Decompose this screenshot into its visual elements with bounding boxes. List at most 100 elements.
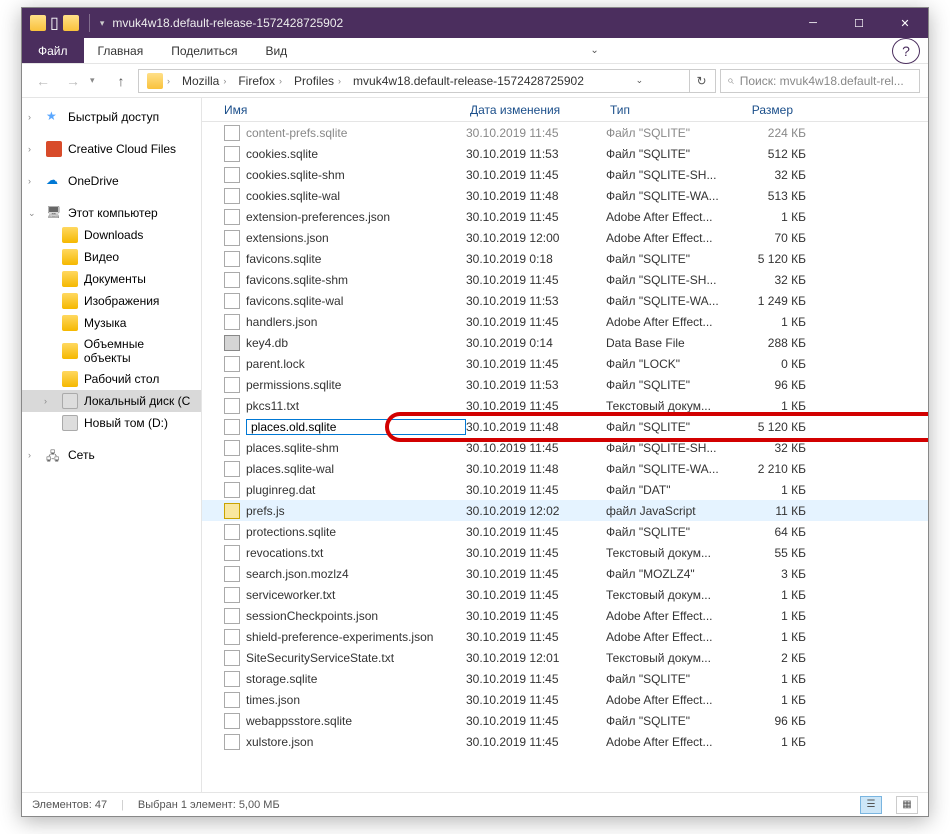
file-size: 1 249 КБ — [726, 294, 806, 308]
history-dropdown-icon[interactable]: ▾ — [90, 75, 104, 86]
file-row[interactable]: search.json.mozlz430.10.2019 11:45Файл "… — [202, 563, 928, 584]
nav-item[interactable]: Новый том (D:) — [22, 412, 201, 434]
file-row[interactable]: places.sqlite-wal30.10.2019 11:48Файл "S… — [202, 458, 928, 479]
file-row[interactable]: cookies.sqlite30.10.2019 11:53Файл "SQLI… — [202, 143, 928, 164]
file-size: 1 КБ — [726, 630, 806, 644]
file-row[interactable]: prefs.js30.10.2019 12:02файл JavaScript1… — [202, 500, 928, 521]
file-row[interactable]: revocations.txt30.10.2019 11:45Текстовый… — [202, 542, 928, 563]
nav-item[interactable]: Объемные объекты — [22, 334, 201, 368]
nav-network[interactable]: ›🖧Сеть — [22, 444, 201, 466]
file-row[interactable]: content-prefs.sqlite30.10.2019 11:45Файл… — [202, 122, 928, 143]
file-row[interactable]: places.sqlite-shm30.10.2019 11:45Файл "S… — [202, 437, 928, 458]
navigation-pane[interactable]: ›★Быстрый доступ ›Creative Cloud Files ›… — [22, 98, 202, 792]
file-row[interactable]: cookies.sqlite-shm30.10.2019 11:45Файл "… — [202, 164, 928, 185]
file-icon — [224, 251, 240, 267]
address-bar[interactable]: › Mozilla › Firefox › Profiles › mvuk4w1… — [138, 69, 716, 93]
file-list[interactable]: content-prefs.sqlite30.10.2019 11:45Файл… — [202, 122, 928, 792]
file-row[interactable]: sessionCheckpoints.json30.10.2019 11:45A… — [202, 605, 928, 626]
back-button[interactable]: ← — [30, 68, 56, 94]
file-type: Файл "SQLITE-SH... — [606, 441, 726, 455]
search-input[interactable]: ⌕ Поиск: mvuk4w18.default-rel... — [720, 69, 920, 93]
tab-share[interactable]: Поделиться — [157, 38, 251, 63]
crumb-firefox[interactable]: Firefox › — [232, 70, 288, 92]
file-name[interactable]: places.old.sqlite — [246, 419, 466, 435]
file-row[interactable]: favicons.sqlite-shm30.10.2019 11:45Файл … — [202, 269, 928, 290]
file-row[interactable]: xulstore.json30.10.2019 11:45Adobe After… — [202, 731, 928, 752]
file-date: 30.10.2019 11:45 — [466, 693, 606, 707]
file-type: Файл "DAT" — [606, 483, 726, 497]
column-name[interactable]: Имя — [202, 103, 462, 117]
view-large-button[interactable]: ▦ — [896, 796, 918, 814]
properties-icon[interactable]: ▯ — [50, 13, 59, 33]
addr-dropdown-icon[interactable]: ⌄ — [627, 69, 651, 93]
file-row[interactable]: parent.lock30.10.2019 11:45Файл "LOCK"0 … — [202, 353, 928, 374]
new-folder-icon[interactable] — [63, 15, 79, 31]
file-size: 1 КБ — [726, 399, 806, 413]
file-name: places.sqlite-wal — [246, 462, 466, 476]
column-size[interactable]: Размер — [722, 103, 802, 117]
folder-icon — [62, 371, 78, 387]
nav-creative-cloud[interactable]: ›Creative Cloud Files — [22, 138, 201, 160]
file-row[interactable]: times.json30.10.2019 11:45Adobe After Ef… — [202, 689, 928, 710]
tab-view[interactable]: Вид — [251, 38, 301, 63]
maximize-button[interactable]: ☐ — [836, 8, 882, 38]
file-row[interactable]: places.old.sqlite30.10.2019 11:48Файл "S… — [202, 416, 928, 437]
crumb-current[interactable]: mvuk4w18.default-release-1572428725902 — [347, 70, 590, 92]
column-type[interactable]: Тип — [602, 103, 722, 117]
nav-item[interactable]: Музыка — [22, 312, 201, 334]
file-row[interactable]: storage.sqlite30.10.2019 11:45Файл "SQLI… — [202, 668, 928, 689]
help-icon[interactable]: ? — [892, 38, 920, 64]
file-date: 30.10.2019 11:45 — [466, 609, 606, 623]
crumb-mozilla[interactable]: Mozilla › — [176, 70, 232, 92]
minimize-button[interactable]: ─ — [790, 8, 836, 38]
file-row[interactable]: webappsstore.sqlite30.10.2019 11:45Файл … — [202, 710, 928, 731]
file-row[interactable]: SiteSecurityServiceState.txt30.10.2019 1… — [202, 647, 928, 668]
up-button[interactable]: ↑ — [108, 68, 134, 94]
file-icon — [224, 419, 240, 435]
column-date[interactable]: Дата изменения — [462, 103, 602, 117]
file-size: 32 КБ — [726, 273, 806, 287]
file-menu[interactable]: Файл — [22, 38, 84, 63]
nav-this-pc[interactable]: ⌄🖥Этот компьютер — [22, 202, 201, 224]
nav-quick-access[interactable]: ›★Быстрый доступ — [22, 106, 201, 128]
crumb-profiles[interactable]: Profiles › — [288, 70, 347, 92]
nav-item[interactable]: Видео — [22, 246, 201, 268]
file-row[interactable]: serviceworker.txt30.10.2019 11:45Текстов… — [202, 584, 928, 605]
qat-dropdown-icon[interactable]: ▾ — [100, 18, 105, 29]
view-details-button[interactable]: ☰ — [860, 796, 882, 814]
file-row[interactable]: shield-preference-experiments.json30.10.… — [202, 626, 928, 647]
file-size: 32 КБ — [726, 168, 806, 182]
nav-item[interactable]: Изображения — [22, 290, 201, 312]
file-row[interactable]: protections.sqlite30.10.2019 11:45Файл "… — [202, 521, 928, 542]
file-icon — [224, 608, 240, 624]
nav-item[interactable]: Рабочий стол — [22, 368, 201, 390]
file-name: times.json — [246, 693, 466, 707]
file-row[interactable]: key4.db30.10.2019 0:14Data Base File288 … — [202, 332, 928, 353]
file-date: 30.10.2019 11:45 — [466, 483, 606, 497]
file-row[interactable]: favicons.sqlite-wal30.10.2019 11:53Файл … — [202, 290, 928, 311]
file-row[interactable]: pkcs11.txt30.10.2019 11:45Текстовый доку… — [202, 395, 928, 416]
file-icon — [224, 734, 240, 750]
nav-item[interactable]: Документы — [22, 268, 201, 290]
titlebar[interactable]: ▯ ▾ mvuk4w18.default-release-15724287259… — [22, 8, 928, 38]
nav-onedrive[interactable]: ›☁OneDrive — [22, 170, 201, 192]
file-row[interactable]: permissions.sqlite30.10.2019 11:53Файл "… — [202, 374, 928, 395]
tab-home[interactable]: Главная — [84, 38, 158, 63]
file-row[interactable]: extension-preferences.json30.10.2019 11:… — [202, 206, 928, 227]
ribbon-expand-icon[interactable]: ⌄ — [583, 45, 607, 56]
file-type: Файл "SQLITE-WA... — [606, 462, 726, 476]
nav-item[interactable]: ›Локальный диск (C — [22, 390, 201, 412]
file-name: webappsstore.sqlite — [246, 714, 466, 728]
crumb-root[interactable]: › — [141, 70, 176, 92]
file-row[interactable]: favicons.sqlite30.10.2019 0:18Файл "SQLI… — [202, 248, 928, 269]
file-size: 1 КБ — [726, 609, 806, 623]
file-row[interactable]: pluginreg.dat30.10.2019 11:45Файл "DAT"1… — [202, 479, 928, 500]
file-size: 5 120 КБ — [726, 420, 806, 434]
refresh-icon[interactable]: ↻ — [689, 69, 713, 93]
file-row[interactable]: cookies.sqlite-wal30.10.2019 11:48Файл "… — [202, 185, 928, 206]
nav-item-label: Изображения — [84, 294, 159, 308]
nav-item[interactable]: Downloads — [22, 224, 201, 246]
file-row[interactable]: handlers.json30.10.2019 11:45Adobe After… — [202, 311, 928, 332]
close-button[interactable]: ✕ — [882, 8, 928, 38]
file-row[interactable]: extensions.json30.10.2019 12:00Adobe Aft… — [202, 227, 928, 248]
